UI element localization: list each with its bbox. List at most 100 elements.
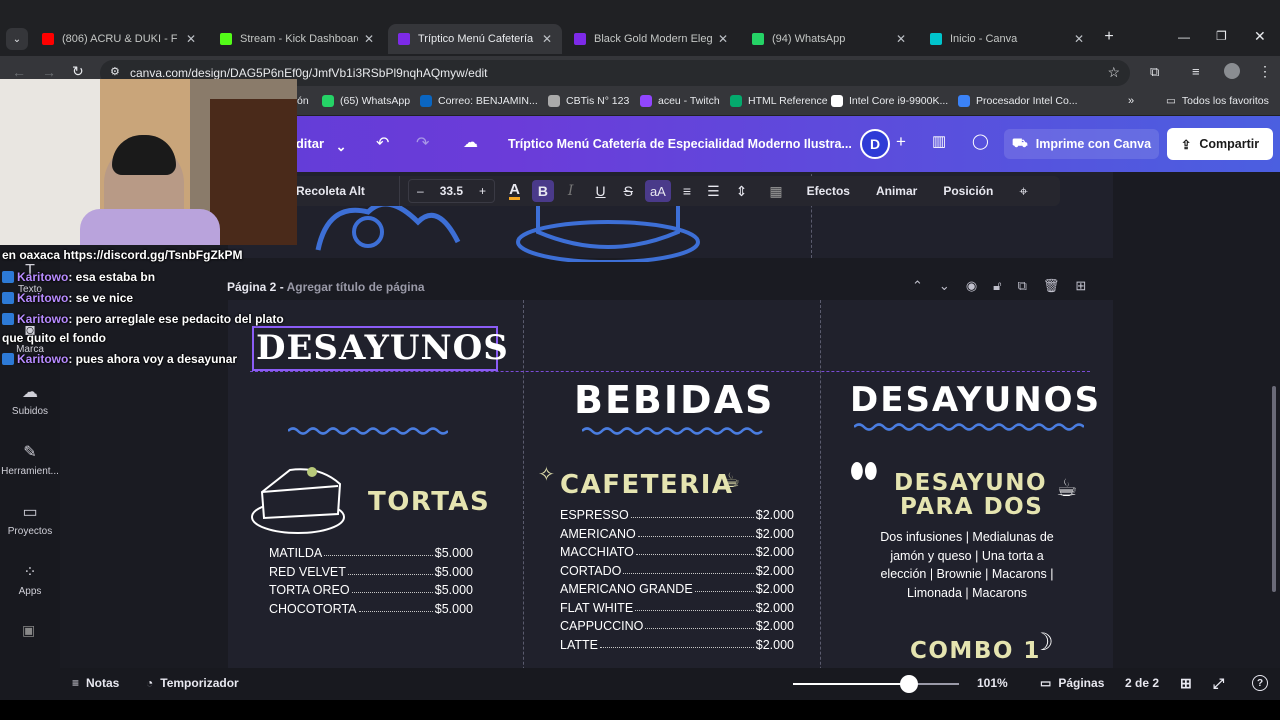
list-icon[interactable]: ☰ (707, 183, 720, 200)
new-tab-icon[interactable]: + (1100, 28, 1118, 46)
minimize-button[interactable]: — (1178, 30, 1190, 44)
browser-tab[interactable]: (806) ACRU & DUKI - F ✕ (32, 24, 206, 54)
sidebar-item-subidos[interactable]: ☁ Subidos (0, 382, 60, 417)
page-count[interactable]: 2 de 2 (1125, 676, 1159, 690)
menu-item-row[interactable]: FLAT WHITE $2.000 (560, 601, 794, 615)
tab-close-icon[interactable]: ✕ (718, 32, 728, 46)
font-selector[interactable]: Recoleta Alt (280, 176, 400, 206)
comments-icon[interactable]: ◯ (972, 132, 989, 150)
all-bookmarks[interactable]: ▭ Todos los favoritos (1166, 95, 1269, 107)
duplicate-icon[interactable]: ⧉ (1018, 278, 1027, 294)
menu-item-row[interactable]: CAPPUCCINO $2.000 (560, 619, 794, 633)
share-button[interactable]: ⇪ Compartir (1167, 128, 1273, 160)
underline-icon[interactable]: U (595, 183, 605, 199)
combo-description[interactable]: Dos infusiones | Medialunas de jamón y q… (874, 528, 1060, 602)
bookmark-item[interactable]: Intel Core i9-9900K... (831, 95, 948, 107)
tab-close-icon[interactable]: ✕ (1074, 32, 1084, 46)
back-icon[interactable]: ← (12, 64, 26, 80)
bookmark-item[interactable]: CBTis N° 123 (548, 95, 629, 107)
transparency-icon[interactable]: ▦ (769, 183, 782, 200)
hide-page-icon[interactable]: ◉ (966, 278, 977, 294)
strikethrough-icon[interactable]: S (624, 183, 633, 199)
menu-item-row[interactable]: CHOCOTORTA $5.000 (269, 602, 473, 616)
menu-item-row[interactable]: MACCHIATO $2.000 (560, 545, 794, 559)
sidebar-item-herramient[interactable]: ✎ Herramient... (0, 442, 60, 477)
add-page-title[interactable]: Agregar título de página (287, 280, 425, 294)
bookmark-item[interactable]: HTML Reference (730, 95, 828, 107)
extensions-icon[interactable]: ⧉ (1150, 64, 1159, 80)
tab-search-button[interactable]: ⌄ (6, 28, 28, 50)
undo-icon[interactable]: ↶ (376, 133, 389, 153)
redo-icon[interactable]: ↷ (416, 133, 429, 153)
magic-icon[interactable]: ▣ (22, 622, 35, 639)
grid-view-icon[interactable]: ⊞ (1180, 675, 1192, 692)
add-collaborator-icon[interactable]: + (896, 132, 906, 152)
edit-menu[interactable]: Editar ⌄ (296, 136, 347, 155)
bookmark-item[interactable]: ón (297, 95, 309, 107)
collaborator-avatar[interactable]: D (860, 129, 890, 159)
tab-close-icon[interactable]: ✕ (364, 32, 374, 46)
menu-item-row[interactable]: CORTADO $2.000 (560, 564, 794, 578)
timer-button[interactable]: ◔ Temporizador (146, 676, 239, 690)
bold-icon[interactable]: B (531, 180, 554, 202)
reload-icon[interactable]: ↻ (72, 63, 84, 80)
spacing-icon[interactable]: ⇕ (736, 183, 748, 200)
desayunos-title-right[interactable]: DESAYUNOS (850, 380, 1101, 420)
tab-close-icon[interactable]: ✕ (186, 32, 196, 46)
restore-button[interactable]: ❐ (1216, 29, 1227, 43)
bookmark-item[interactable]: Procesador Intel Co... (958, 95, 1078, 107)
close-window-button[interactable]: ✕ (1254, 28, 1266, 45)
position-button[interactable]: Posición (943, 184, 993, 198)
page-label[interactable]: Página 2 - Agregar título de página (227, 280, 425, 294)
media-icon[interactable]: ≡ (1192, 64, 1200, 79)
bookmark-star-icon[interactable]: ☆ (1107, 64, 1120, 81)
desayunos-title-left[interactable]: DESAYUNOS (256, 328, 509, 368)
profile-avatar[interactable] (1224, 63, 1240, 79)
cloud-saved-icon[interactable]: ☁ (463, 133, 478, 151)
letter-case-button[interactable]: aA (644, 180, 671, 202)
lock-icon[interactable]: 🔓︎ (993, 278, 1001, 294)
tab-close-icon[interactable]: ✕ (896, 32, 906, 46)
more-bookmarks-icon[interactable]: » (1128, 95, 1134, 107)
pages-button[interactable]: ▭ Páginas (1040, 676, 1104, 690)
browser-tab[interactable]: Stream - Kick Dashboard ✕ (210, 24, 384, 54)
menu-item-row[interactable]: MATILDA $5.000 (269, 546, 473, 560)
combo-title-line1[interactable]: DESAYUNO (894, 470, 1047, 496)
align-icon[interactable]: ≡ (683, 183, 691, 199)
zoom-slider[interactable] (793, 675, 959, 693)
stats-icon[interactable]: ▥ (932, 132, 946, 150)
text-color-icon[interactable]: A (509, 182, 520, 200)
sidebar-item-apps[interactable]: ⁘ Apps (0, 562, 60, 597)
font-size-input[interactable]: 33.5 (432, 184, 471, 198)
menu-item-row[interactable]: ESPRESSO $2.000 (560, 508, 794, 522)
notes-button[interactable]: ≡ Notas (72, 676, 119, 690)
increase-size-button[interactable]: + (471, 184, 494, 198)
chevron-down-icon[interactable]: ⌄ (939, 278, 950, 294)
add-page-icon[interactable]: ⊞ (1075, 278, 1086, 294)
combo1-title[interactable]: COMBO 1 (910, 638, 1041, 664)
zoom-value[interactable]: 101% (977, 676, 1008, 690)
site-info-icon[interactable]: ⚙ (110, 65, 120, 78)
cafeteria-title[interactable]: CAFETERIA (560, 470, 734, 500)
tab-close-icon[interactable]: ✕ (542, 32, 552, 46)
tortas-title[interactable]: TORTAS (368, 487, 490, 517)
browser-tab[interactable]: (94) WhatsApp ✕ (742, 24, 916, 54)
canvas-stage[interactable]: Página 2 - Agregar título de página ⌃ ⌄ … (60, 172, 1280, 668)
document-title[interactable]: Tríptico Menú Cafetería de Especialidad … (508, 137, 852, 151)
menu-icon[interactable]: ⋮ (1258, 63, 1272, 80)
help-icon[interactable]: ? (1252, 675, 1268, 691)
sidebar-item-proyectos[interactable]: ▭ Proyectos (0, 502, 60, 537)
zoom-slider-handle[interactable] (900, 675, 919, 693)
bebidas-title[interactable]: BEBIDAS (574, 378, 774, 422)
print-button[interactable]: ⛟ Imprime con Canva (1004, 129, 1160, 159)
menu-item-row[interactable]: AMERICANO $2.000 (560, 527, 794, 541)
menu-item-row[interactable]: RED VELVET $5.000 (269, 565, 473, 579)
menu-item-row[interactable]: LATTE $2.000 (560, 638, 794, 652)
combo-title-line2[interactable]: PARA DOS (900, 494, 1043, 520)
copy-style-icon[interactable]: ⌖ (1019, 183, 1027, 200)
effects-button[interactable]: Efectos (807, 184, 850, 198)
vertical-scrollbar[interactable] (1272, 386, 1276, 592)
browser-tab[interactable]: Inicio - Canva ✕ (920, 24, 1094, 54)
menu-item-row[interactable]: AMERICANO GRANDE $2.000 (560, 582, 794, 596)
bookmark-item[interactable]: Correo: BENJAMIN... (420, 95, 538, 107)
